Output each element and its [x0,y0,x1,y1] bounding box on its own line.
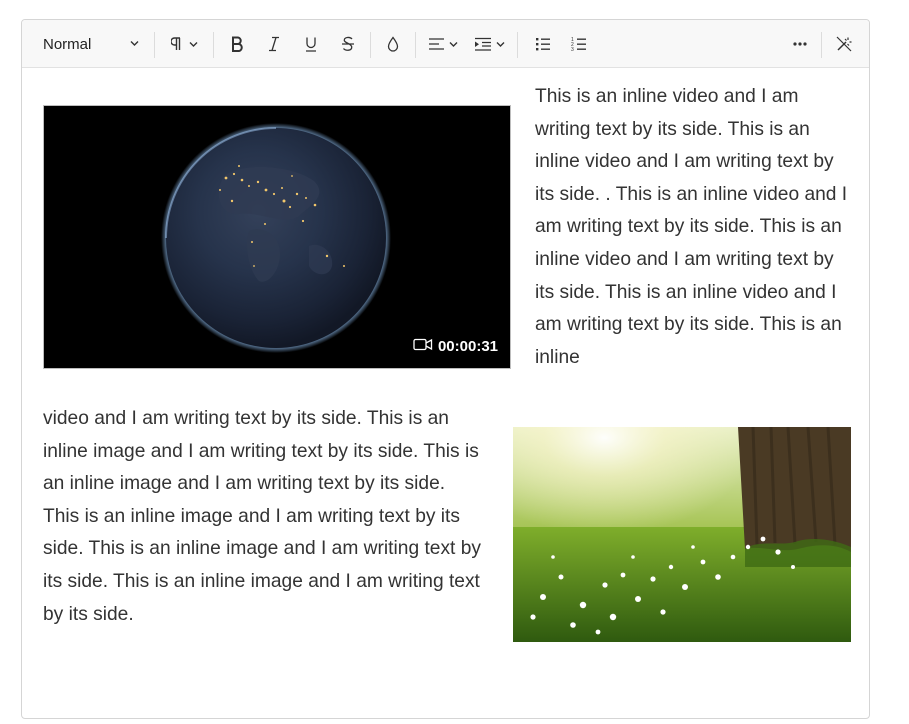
strikethrough-icon [341,36,355,52]
format-dropdown-label: Normal [43,35,92,53]
rich-text-editor: Normal 1 2 3 00:00:31 This is an inline … [21,19,870,719]
more-button[interactable] [787,30,813,58]
droplet-icon [387,36,399,52]
numbered-list-button[interactable]: 1 2 3 [566,30,592,58]
toolbar-divider [213,32,214,58]
toolbar-divider [370,32,371,58]
bullet-list-button[interactable] [530,30,556,58]
toolbar-divider [154,32,155,58]
italic-button[interactable] [261,30,287,58]
toolbar-divider [415,32,416,58]
paragraph-format-button[interactable] [166,30,206,58]
more-icon [792,41,808,47]
indent-icon [474,36,508,52]
magic-wand-icon [836,36,852,52]
video-camera-icon [413,338,433,355]
strikethrough-button[interactable] [335,30,361,58]
bold-button[interactable] [224,30,250,58]
indent-button[interactable] [473,30,509,58]
numbered-list-icon: 1 2 3 [571,36,587,52]
align-left-icon [428,36,460,52]
format-dropdown[interactable]: Normal [34,30,144,58]
clear-format-button[interactable] [831,30,857,58]
text-color-button[interactable] [380,30,406,58]
editor-toolbar: Normal 1 2 3 [22,20,869,68]
inline-video[interactable]: 00:00:31 [43,105,511,369]
svg-text:3: 3 [571,47,574,52]
inline-image[interactable] [513,427,851,642]
underline-button[interactable] [298,30,324,58]
earth-video-frame [44,106,510,368]
pilcrow-icon [171,36,201,52]
paragraph-image-side: video and I am writing text by its side.… [43,408,481,625]
bullet-list-icon [535,36,551,52]
toolbar-divider [821,32,822,58]
meadow-tree-photo [513,427,851,642]
toolbar-divider [517,32,518,58]
video-duration: 00:00:31 [437,338,498,355]
paragraph-video-side: This is an inline video and I am writing… [535,86,848,368]
underline-icon [304,36,318,52]
bold-icon [230,36,244,52]
video-duration-badge: 00:00:31 [413,338,498,355]
chevron-down-icon [129,39,140,48]
italic-icon [267,36,281,52]
alignment-button[interactable] [426,30,462,58]
